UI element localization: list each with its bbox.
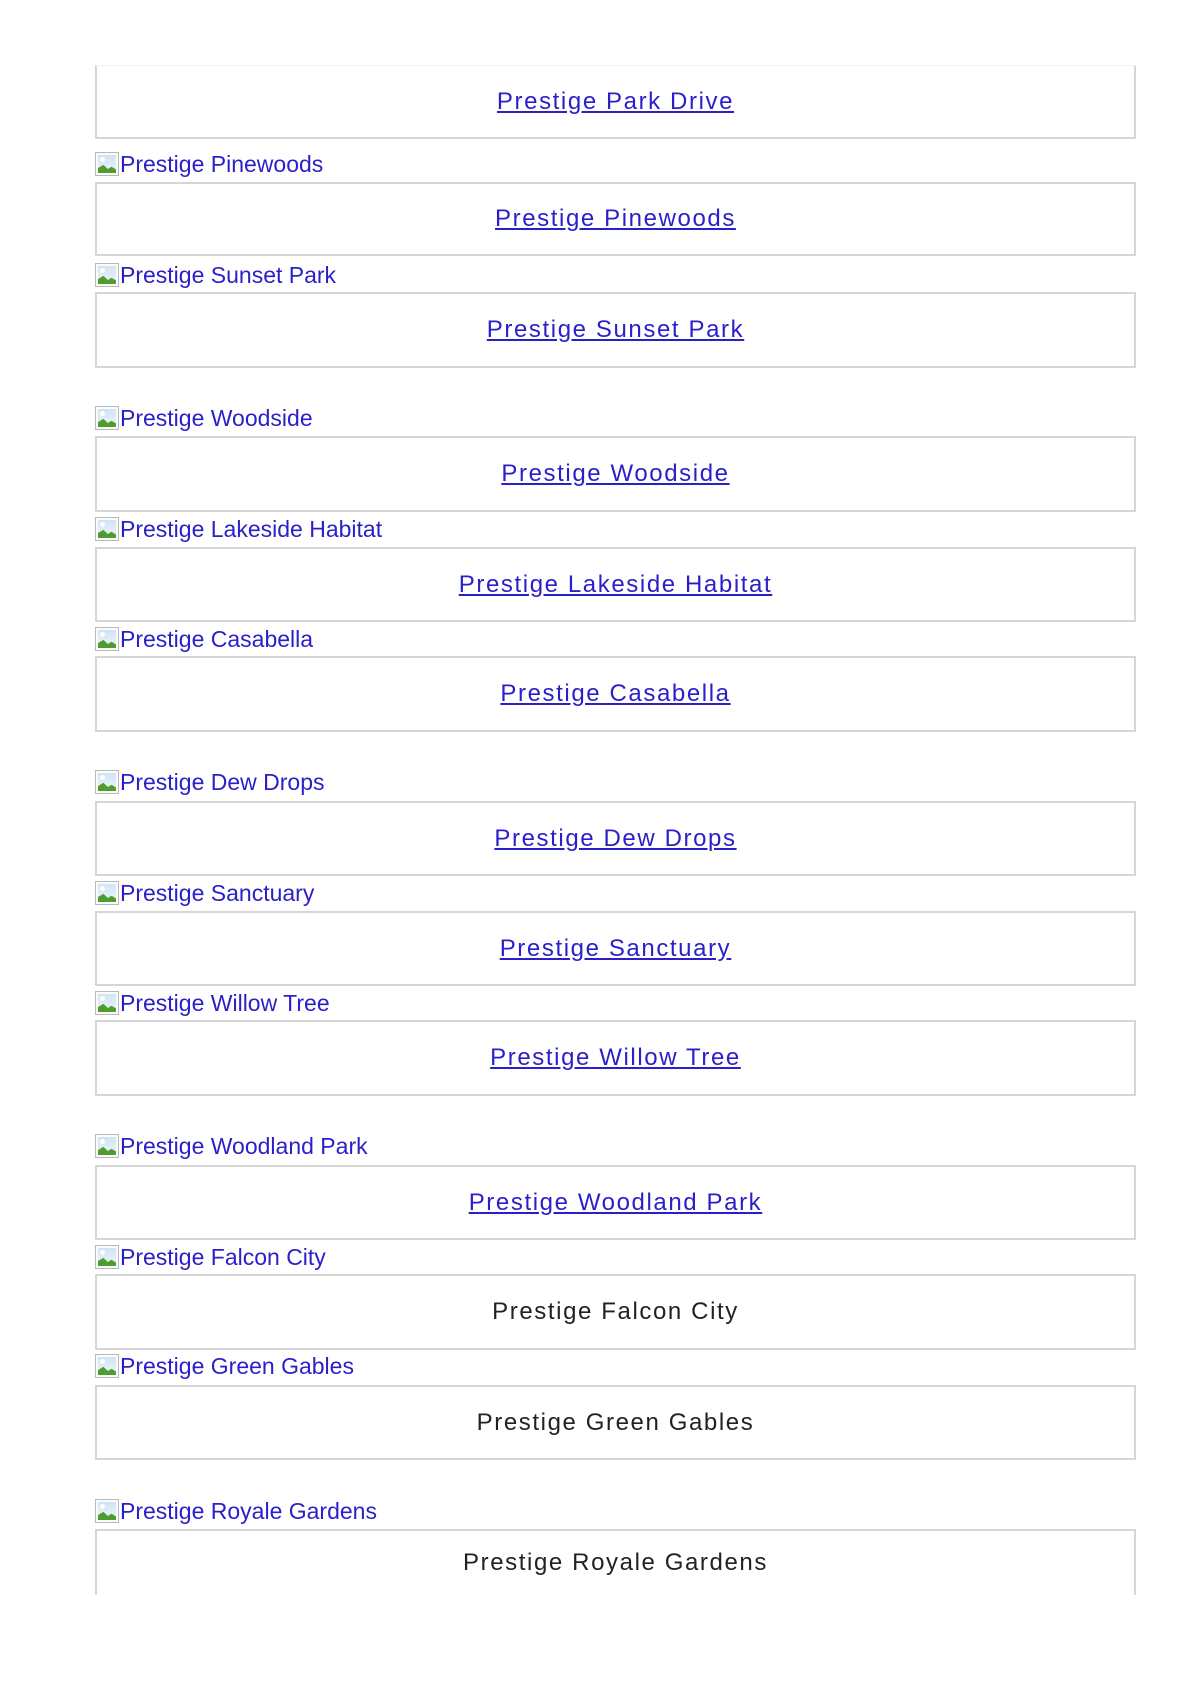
listing-card: Prestige Park Drive xyxy=(95,65,1136,139)
image-alt-text: Prestige Woodside xyxy=(120,404,313,431)
broken-image-icon xyxy=(95,1134,119,1158)
image-alt-text: Prestige Lakeside Habitat xyxy=(120,515,383,542)
broken-image-icon xyxy=(95,627,119,651)
broken-image-icon xyxy=(95,263,119,287)
image-alt-text: Prestige Dew Drops xyxy=(120,768,325,795)
listing-image-link[interactable]: Prestige Woodside xyxy=(95,404,313,432)
listing-title[interactable]: Prestige Dew Drops xyxy=(494,825,736,853)
listing-card: Prestige Dew Drops xyxy=(95,801,1136,876)
image-alt-text: Prestige Casabella xyxy=(120,625,314,652)
listing-card: Prestige Royale Gardens xyxy=(95,1529,1136,1595)
listing-title[interactable]: Prestige Casabella xyxy=(500,680,730,708)
broken-image-icon xyxy=(95,1354,119,1378)
listing-image-link[interactable]: Prestige Woodland Park xyxy=(95,1132,368,1160)
listing-card: Prestige Casabella xyxy=(95,656,1136,732)
broken-image-icon xyxy=(95,1245,119,1269)
listing-title[interactable]: Prestige Woodland Park xyxy=(469,1189,763,1217)
image-alt-text: Prestige Willow Tree xyxy=(120,989,330,1016)
listing-card: Prestige Green Gables xyxy=(95,1385,1136,1460)
listing-card: Prestige Lakeside Habitat xyxy=(95,547,1136,622)
listing-card: Prestige Falcon City xyxy=(95,1274,1136,1350)
listing-card: Prestige Sunset Park xyxy=(95,292,1136,368)
listing-image-link[interactable]: Prestige Sunset Park xyxy=(95,261,336,289)
listing-image-link[interactable]: Prestige Casabella xyxy=(95,625,313,653)
broken-image-icon xyxy=(95,881,119,905)
listing-title: Prestige Falcon City xyxy=(492,1298,739,1325)
listing-card: Prestige Pinewoods xyxy=(95,182,1136,256)
broken-image-icon xyxy=(95,1499,119,1523)
image-alt-text: Prestige Woodland Park xyxy=(120,1132,368,1159)
listing-card: Prestige Woodland Park xyxy=(95,1165,1136,1240)
listing-title[interactable]: Prestige Pinewoods xyxy=(495,205,736,233)
listing-image-link[interactable]: Prestige Green Gables xyxy=(95,1352,354,1380)
listing-card: Prestige Willow Tree xyxy=(95,1020,1136,1096)
listing-title[interactable]: Prestige Woodside xyxy=(501,460,729,488)
listing-title[interactable]: Prestige Sunset Park xyxy=(487,316,744,344)
listing-list: Prestige Park Drive Prestige Pinewoods Pre… xyxy=(0,0,1190,1684)
broken-image-icon xyxy=(95,991,119,1015)
listing-title: Prestige Royale Gardens xyxy=(463,1549,768,1576)
listing-image-link[interactable]: Prestige Royale Gardens xyxy=(95,1497,377,1525)
image-alt-text: Prestige Falcon City xyxy=(120,1243,326,1270)
listing-image-link[interactable]: Prestige Lakeside Habitat xyxy=(95,515,382,543)
listing-title[interactable]: Prestige Lakeside Habitat xyxy=(459,571,773,599)
listing-title[interactable]: Prestige Willow Tree xyxy=(490,1044,741,1072)
image-alt-text: Prestige Pinewoods xyxy=(120,150,324,177)
listing-image-link[interactable]: Prestige Dew Drops xyxy=(95,768,325,796)
image-alt-text: Prestige Sanctuary xyxy=(120,879,315,906)
listing-image-link[interactable]: Prestige Falcon City xyxy=(95,1243,326,1271)
image-alt-text: Prestige Green Gables xyxy=(120,1352,354,1379)
listing-image-link[interactable]: Prestige Willow Tree xyxy=(95,989,330,1017)
broken-image-icon xyxy=(95,152,119,176)
listing-title: Prestige Green Gables xyxy=(476,1408,755,1436)
listing-image-link[interactable]: Prestige Sanctuary xyxy=(95,879,314,907)
image-alt-text: Prestige Royale Gardens xyxy=(120,1497,377,1524)
listing-title[interactable]: Prestige Park Drive xyxy=(497,88,734,116)
listing-card: Prestige Woodside xyxy=(95,436,1136,512)
image-alt-text: Prestige Sunset Park xyxy=(120,261,337,288)
listing-card: Prestige Sanctuary xyxy=(95,911,1136,986)
broken-image-icon xyxy=(95,517,119,541)
listing-title[interactable]: Prestige Sanctuary xyxy=(500,935,732,963)
broken-image-icon xyxy=(95,770,119,794)
listing-image-link[interactable]: Prestige Pinewoods xyxy=(95,150,323,178)
broken-image-icon xyxy=(95,406,119,430)
